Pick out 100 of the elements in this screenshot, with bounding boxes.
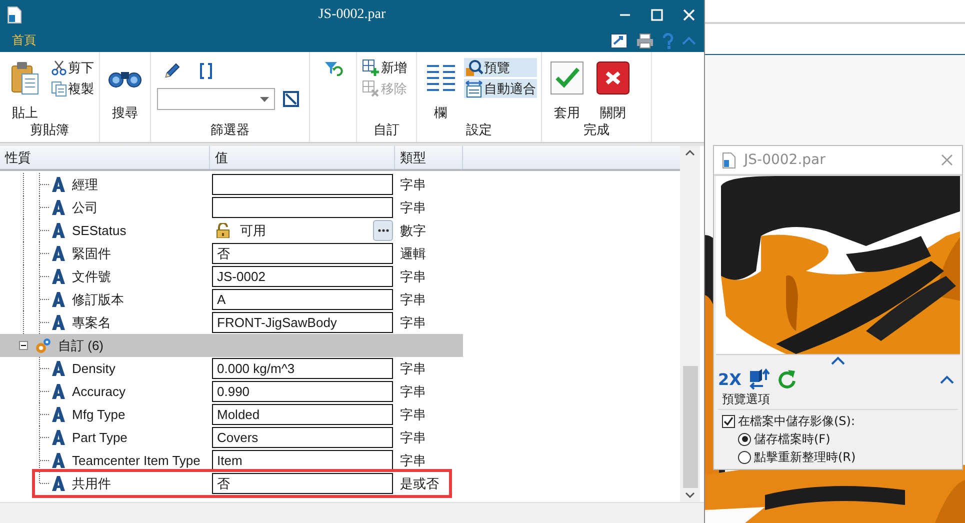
close-icon [596,61,630,95]
property-name: 公司 [72,198,98,216]
value-field[interactable]: 0.000 kg/m^3 [212,358,393,379]
edit-button[interactable] [163,62,181,80]
close-panel-button[interactable]: 關閉 [592,58,634,122]
type-cell-text: 字串 [399,268,427,286]
add-icon [362,58,380,76]
value-field[interactable]: 否 [212,473,393,494]
property-name: 經理 [72,176,98,194]
brackets-button[interactable] [199,62,213,80]
property-name: Part Type [72,430,128,445]
property-name: Density [72,361,116,376]
column-header[interactable]: 類型 [395,146,463,169]
type-cell-text: 字串 [399,290,427,308]
type-cell-text: 字串 [399,406,427,424]
clear-filter-button[interactable] [283,91,299,107]
add-button[interactable]: 新增 [361,58,408,77]
value-field[interactable]: FRONT-JigSawBody [212,312,393,333]
type-cell-text: 邏輯 [399,244,427,262]
text-type-icon [52,269,65,284]
ribbon-group-label: 剪貼簿 [29,122,70,140]
maximize-icon [650,8,664,22]
text-type-icon [52,177,65,192]
text-type-icon [52,246,65,261]
value-field[interactable]: JS-0002 [212,266,393,287]
text-type-icon [52,223,65,238]
pencil-icon [163,62,181,80]
group-row[interactable]: 自訂 (6) [0,334,463,357]
clear-filter-icon [283,91,299,107]
property-name: Mfg Type [72,407,126,422]
status-value: 可用 [240,222,266,240]
scroll-down-icon[interactable] [685,492,695,498]
ribbon-group-label: 自訂 [372,122,400,140]
dropdown-arrow-icon [260,96,269,102]
ribbon-group-label: 設定 [465,122,493,140]
scrollbar[interactable] [680,146,700,502]
ribbon-tab[interactable]: 首頁 [2,32,46,52]
type-cell-text: 字串 [399,382,427,400]
property-name: 緊固件 [72,244,111,262]
column-header[interactable]: 值 [210,146,395,169]
magnifier-icon [465,58,483,76]
collapse-icon[interactable] [19,341,28,350]
value-field[interactable]: 0.990 [212,381,393,402]
scroll-up-icon[interactable] [685,150,695,156]
search-button[interactable]: 搜尋 [104,58,146,122]
preview-button[interactable]: 預覽 [464,58,537,77]
type-cell-text: 字串 [399,176,427,194]
type-cell-text: 字串 [399,428,427,446]
paste-button[interactable]: 貼上 [4,58,46,122]
gears-icon [35,338,51,354]
text-type-icon [52,315,65,330]
scrollbar-thumb[interactable] [682,366,698,488]
copy-icon [51,80,67,96]
cut-button[interactable]: 剪下 [50,58,95,77]
value-field[interactable]: A [212,289,393,310]
text-type-icon [52,453,65,468]
columns-icon [426,63,456,93]
lock-icon [216,223,230,238]
browse-button[interactable] [373,220,393,241]
type-cell-text: 是或否 [399,474,440,492]
type-cell-text: 字串 [399,360,427,378]
window-title: JS-0002.par [317,7,387,23]
value-field[interactable]: Item [212,450,393,471]
property-name: 修訂版本 [72,290,124,308]
text-type-icon [52,200,65,215]
value-field[interactable] [212,197,393,218]
autofit-button[interactable]: 自動適合 [464,79,537,98]
maximize-button[interactable] [648,6,666,24]
apply-button[interactable]: 套用 [546,58,588,122]
ribbon-group-label: 完成 [582,122,610,140]
type-cell-text: 數字 [399,222,427,240]
text-type-icon [52,292,65,307]
swap-window-icon[interactable] [610,33,628,49]
document-icon [6,6,22,24]
text-type-icon [52,476,65,491]
value-field[interactable]: Covers [212,427,393,448]
type-cell-text: 字串 [399,452,427,470]
autofit-icon [465,80,483,98]
value-field[interactable] [212,174,393,195]
checkmark-icon [550,61,584,95]
text-type-icon [52,407,65,422]
ellipsis-icon [378,229,388,232]
copy-button[interactable]: 複製 [50,79,95,98]
clipboard-icon [10,61,40,95]
property-name: 文件號 [72,268,111,286]
property-name: Teamcenter Item Type [72,453,200,468]
columns-button[interactable]: 欄 [421,58,460,122]
value-field[interactable]: Molded [212,404,393,425]
minimize-icon [620,14,630,16]
type-cell-text: 字串 [399,198,427,216]
value-field[interactable]: 否 [212,243,393,264]
brackets-icon [199,62,213,80]
property-name: 專案名 [72,314,111,332]
remove-icon [362,80,380,98]
print-icon[interactable] [636,33,654,49]
property-name: Accuracy [72,384,126,399]
column-header[interactable]: 性質 [0,146,210,169]
ribbon-group-label: 篩選器 [210,122,250,140]
text-type-icon [52,361,65,376]
close-icon [682,8,696,22]
